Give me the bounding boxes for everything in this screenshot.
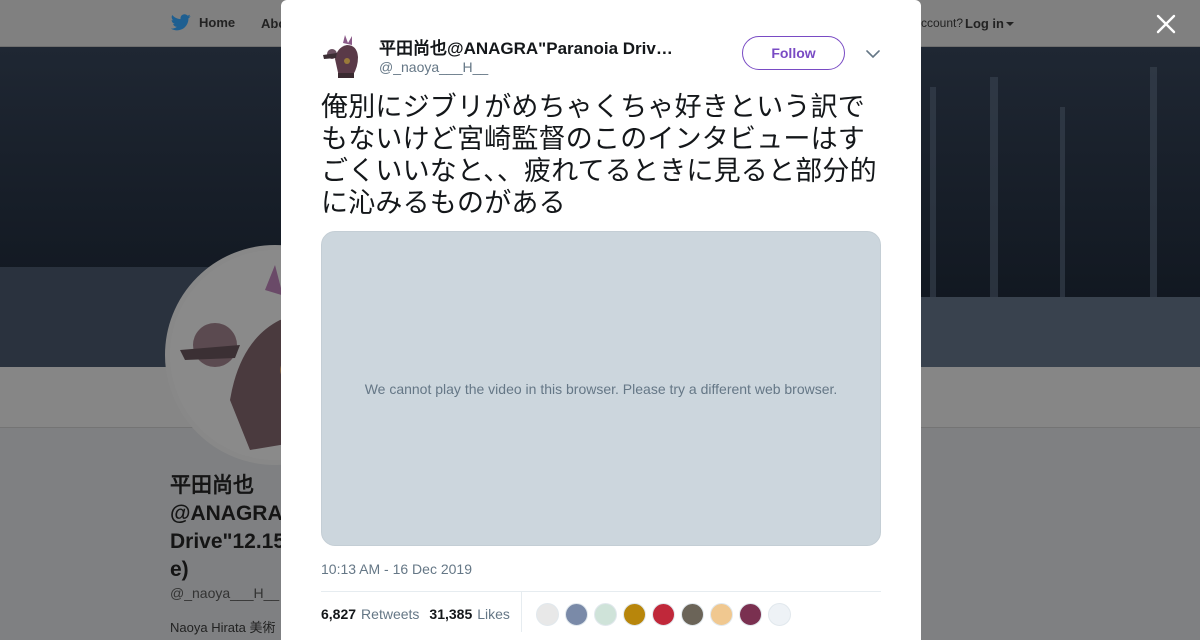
author-name[interactable]: 平田尚也@ANAGRA"Paranoia Driv… [379,34,699,59]
twitter-bird-icon [171,14,191,31]
sketch-avatar-icon[interactable] [536,603,559,626]
cat-avatar-icon[interactable] [623,603,646,626]
stats-divider [521,592,522,632]
retweets-label: Retweets [361,606,420,622]
mascot-avatar-icon[interactable] [594,603,617,626]
likes-label: Likes [477,606,510,622]
video-error-message: We cannot play the video in this browser… [364,380,838,397]
chevron-down-icon [1006,22,1014,26]
profile-name: 平田尚也 @ANAGRA Drive"12.15 e) [170,474,286,581]
tweet-text: 俺別にジブリがめちゃくちゃ好きという訳でもないけど宮崎監督のこのインタビューはす… [321,92,877,219]
author-avatar[interactable] [321,33,367,79]
nav-home-link[interactable]: Home [171,14,235,31]
profile-handle: @_naoya___H__ [170,585,280,601]
login-label: Log in [965,16,1004,31]
retweets-count: 6,827 [321,606,357,622]
tweet-modal: 平田尚也@ANAGRA"Paranoia Driv… @_naoya___H__… [281,0,921,640]
likes-stat[interactable]: 31,385 Likes [429,606,510,622]
purple-character-avatar-icon[interactable] [739,603,762,626]
close-icon[interactable] [1155,13,1177,35]
account-prompt: ccount? [921,16,964,30]
tweet-timestamp[interactable]: 10:13 AM - 16 Dec 2019 [321,561,472,577]
nav-home-label: Home [199,15,236,30]
divider [321,591,881,592]
blonde-character-avatar-icon[interactable] [710,603,733,626]
chevron-down-icon[interactable] [866,49,880,59]
profile-bio: Naoya Hirata 美術 [170,620,276,635]
anime-avatar-icon[interactable] [565,603,588,626]
likes-count: 31,385 [429,606,473,622]
photo-avatar-icon[interactable] [681,603,704,626]
tweet-stats: 6,827 Retweets 31,385 Likes [321,606,510,622]
doodle-avatar-icon[interactable] [768,603,791,626]
login-link[interactable]: Log in [965,16,1014,31]
liker-avatars [536,603,791,626]
author-handle[interactable]: @_naoya___H__ [379,59,488,75]
video-player[interactable]: We cannot play the video in this browser… [321,231,881,546]
red-character-avatar-icon[interactable] [652,603,675,626]
retweets-stat[interactable]: 6,827 Retweets [321,606,419,622]
follow-button[interactable]: Follow [742,36,845,70]
